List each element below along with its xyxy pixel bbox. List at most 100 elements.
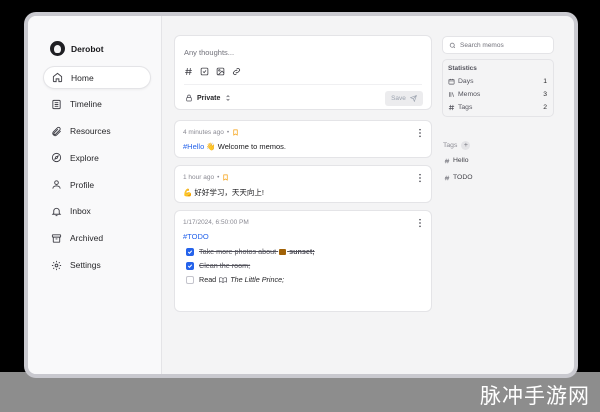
memo-editor: Any thoughts... Private Save [174, 35, 432, 110]
memo-card: 1/17/2024, 6:50:00 PM #TODO Take more ph… [174, 210, 432, 312]
sidebar-item-profile[interactable]: Profile [43, 173, 151, 196]
bell-icon [51, 206, 62, 217]
paperclip-icon [51, 126, 62, 137]
task-label: Clean the room; [199, 261, 251, 270]
memo-content: #TODO [183, 232, 209, 241]
calendar-icon [448, 78, 455, 85]
task-item: Read The Little Prince; [186, 275, 284, 284]
photo-emoji-icon [279, 249, 287, 256]
sidebar-item-label: Resources [70, 126, 111, 137]
stat-label: Days [458, 78, 474, 85]
avatar [50, 41, 65, 56]
timeline-icon [51, 99, 62, 110]
archive-icon [51, 233, 62, 244]
more-options-icon[interactable] [418, 173, 422, 183]
compass-icon [51, 152, 62, 163]
search-placeholder: Search memos [460, 41, 504, 49]
sidebar-item-label: Settings [70, 260, 101, 271]
hash-icon[interactable] [184, 67, 193, 76]
stat-value: 3 [543, 91, 547, 98]
sidebar-item-explore[interactable]: Explore [43, 146, 151, 169]
memo-meta: 4 minutes ago • [183, 129, 239, 136]
bookmark-icon[interactable] [232, 129, 239, 136]
watermark: 脉冲手游网 [480, 384, 590, 408]
bookmark-icon[interactable] [222, 174, 229, 181]
memo-content: #Hello 👋 Welcome to memos. [183, 142, 286, 151]
library-icon [449, 92, 454, 97]
user-icon [51, 179, 62, 190]
sidebar-item-label: Profile [70, 179, 95, 190]
stat-label: Tags [458, 104, 473, 111]
memo-card: 1 hour ago • 💪 好好学习，天天向上! [174, 165, 432, 203]
task-label: Take more photos about sunset; [199, 247, 315, 256]
tag-item-todo[interactable]: TODO [444, 174, 473, 181]
sidebar-item-inbox[interactable]: Inbox [43, 200, 151, 223]
hash-icon [444, 158, 450, 163]
sidebar-item-settings[interactable]: Settings [43, 254, 151, 277]
book-emoji-icon [219, 277, 228, 284]
profile-header[interactable]: Derobot [50, 41, 104, 56]
task-checkbox[interactable] [186, 261, 194, 270]
sidebar-item-label: Timeline [70, 99, 102, 110]
stat-row-memos: Memos 3 [448, 91, 547, 98]
image-icon[interactable] [216, 67, 225, 76]
stat-label: Memos [458, 91, 481, 98]
stat-row-tags: Tags 2 [448, 104, 547, 111]
task-checkbox[interactable] [186, 275, 194, 284]
memo-time[interactable]: 1/17/2024, 6:50:00 PM [183, 219, 249, 226]
tag-label: Hello [453, 157, 469, 164]
lock-icon [186, 94, 192, 102]
tag-link[interactable]: #TODO [183, 232, 209, 241]
memo-time[interactable]: 1 hour ago [183, 174, 214, 181]
sidebar: Derobot Home Timeline Resources Explore … [28, 16, 162, 374]
add-tag-button[interactable]: + [461, 141, 471, 150]
home-icon [52, 72, 63, 83]
visibility-select[interactable]: Private [185, 94, 232, 102]
visibility-label: Private [197, 94, 221, 102]
sidebar-item-timeline[interactable]: Timeline [43, 93, 151, 116]
task-checkbox[interactable] [186, 247, 194, 256]
sidebar-item-home[interactable]: Home [43, 66, 151, 89]
sidebar-item-label: Home [71, 72, 94, 83]
memo-content: 💪 好好学习，天天向上! [183, 188, 265, 197]
search-input[interactable]: Search memos [442, 36, 554, 54]
sidebar-nav: Home Timeline Resources Explore Profile … [43, 66, 151, 280]
editor-toolbar [184, 67, 241, 76]
sidebar-item-resources[interactable]: Resources [43, 120, 151, 143]
memo-meta: 1/17/2024, 6:50:00 PM [183, 219, 249, 226]
sidebar-item-archived[interactable]: Archived [43, 227, 151, 250]
editor-divider [184, 84, 422, 85]
send-icon [409, 95, 417, 102]
tag-label: TODO [453, 174, 473, 181]
tags-header: Tags + [443, 141, 471, 150]
tag-link[interactable]: #Hello [183, 142, 204, 151]
save-label: Save [391, 95, 406, 102]
memo-text: 👋 Welcome to memos. [206, 142, 286, 151]
more-options-icon[interactable] [418, 218, 422, 228]
stat-row-days: Days 1 [448, 78, 547, 85]
tag-item-hello[interactable]: Hello [444, 157, 469, 164]
stat-value: 1 [543, 78, 547, 85]
sidebar-item-label: Inbox [70, 206, 91, 217]
separator-dot: • [217, 174, 220, 181]
gear-icon [51, 260, 62, 271]
separator-dot: • [226, 129, 230, 136]
app-window: Derobot Home Timeline Resources Explore … [28, 16, 574, 374]
statistics-panel: Statistics Days 1 Memos 3 Tags 2 [442, 59, 554, 117]
more-options-icon[interactable] [418, 128, 422, 138]
tags-title: Tags [443, 142, 458, 149]
search-icon [449, 42, 456, 48]
checkbox-icon[interactable] [200, 67, 209, 76]
save-button[interactable]: Save [385, 91, 423, 106]
editor-input[interactable]: Any thoughts... [184, 48, 234, 57]
memo-time[interactable]: 4 minutes ago [183, 129, 224, 136]
task-item: Take more photos about sunset; [186, 247, 315, 256]
hash-icon [448, 104, 455, 111]
link-icon[interactable] [232, 67, 241, 76]
sidebar-item-label: Explore [70, 152, 99, 163]
stat-value: 2 [543, 104, 547, 111]
profile-name: Derobot [71, 43, 104, 54]
memo-meta: 1 hour ago • [183, 174, 229, 181]
task-item: Clean the room; [186, 261, 250, 270]
memo-card: 4 minutes ago • #Hello 👋 Welcome to memo… [174, 120, 432, 158]
